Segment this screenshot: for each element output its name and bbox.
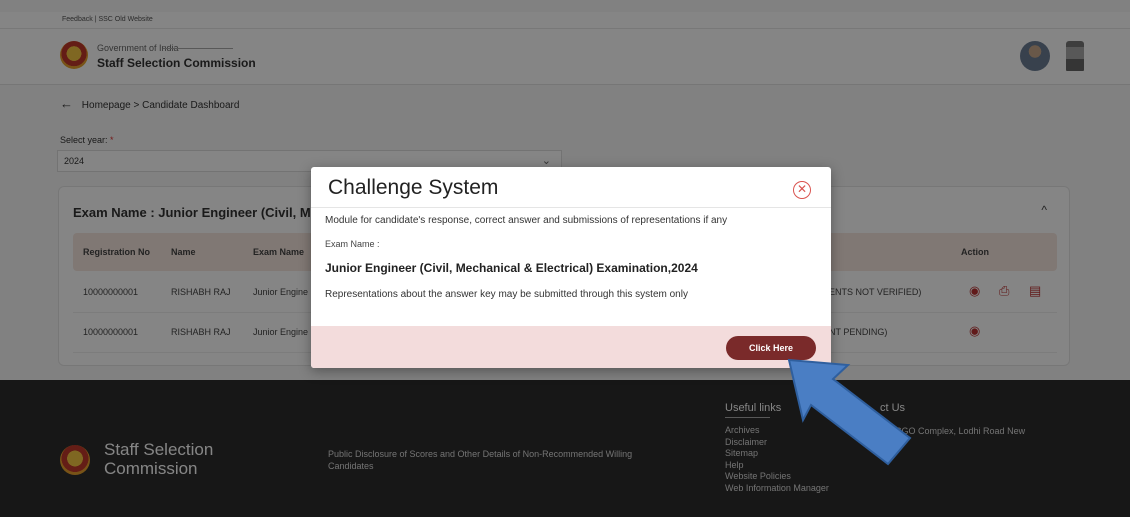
modal-description: Module for candidate's response, correct…	[325, 215, 728, 226]
modal-footer: Click Here	[311, 326, 831, 368]
exam-name-value: Junior Engineer (Civil, Mechanical & Ele…	[325, 261, 698, 275]
click-here-button[interactable]: Click Here	[726, 336, 816, 360]
challenge-system-modal: Challenge System ✕ Module for candidate'…	[311, 167, 831, 368]
representation-note: Representations about the answer key may…	[325, 289, 688, 300]
exam-name-label: Exam Name :	[325, 239, 380, 249]
modal-divider	[311, 207, 831, 208]
close-icon[interactable]: ✕	[793, 181, 811, 199]
modal-title: Challenge System	[328, 176, 499, 199]
